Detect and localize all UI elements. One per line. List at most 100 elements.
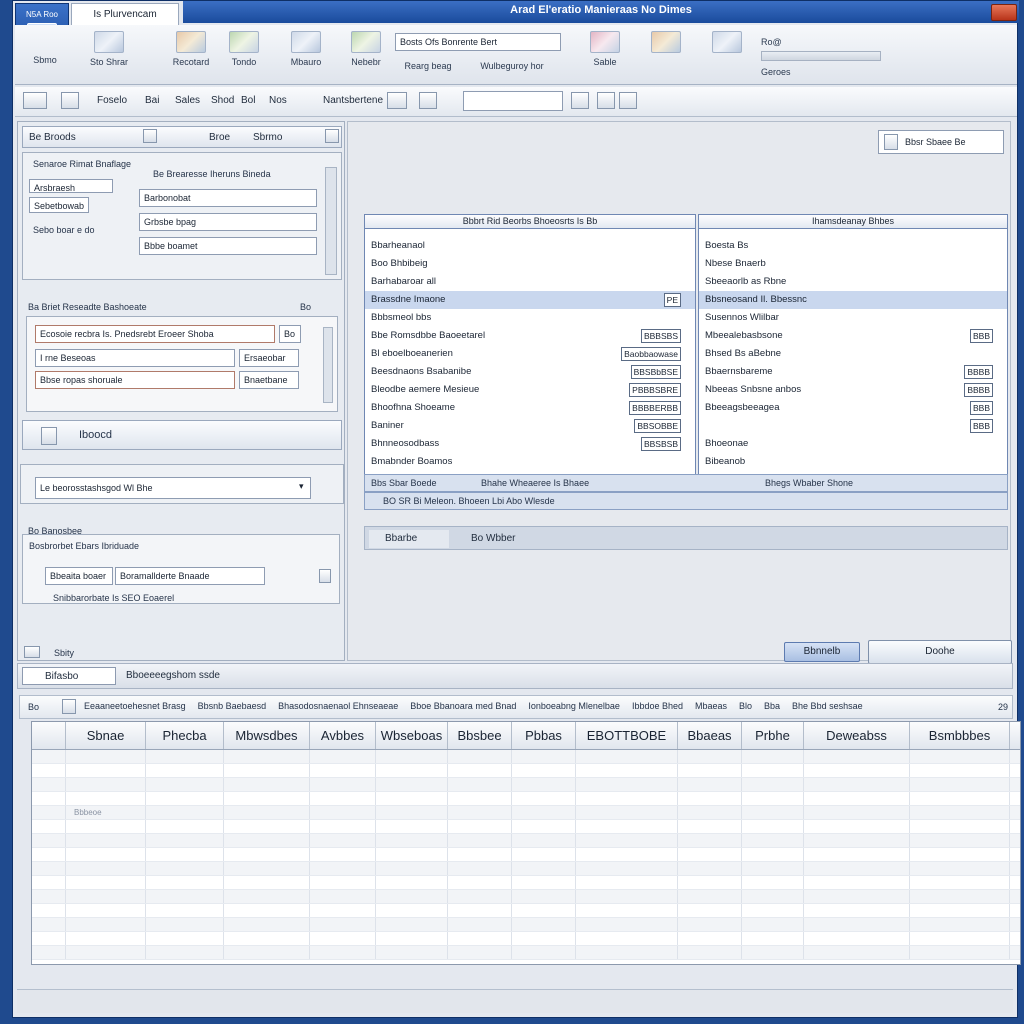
table-cell[interactable] bbox=[448, 792, 512, 805]
field-arsbraesh[interactable]: Arsbraesh bbox=[29, 179, 113, 193]
column-header[interactable]: Mbwsdbes bbox=[224, 722, 310, 749]
table-cell[interactable] bbox=[448, 918, 512, 931]
column-header[interactable] bbox=[32, 722, 66, 749]
toolbar-item-4[interactable]: Bol bbox=[241, 92, 255, 110]
table-cell[interactable] bbox=[376, 946, 448, 959]
table-cell[interactable] bbox=[146, 764, 224, 777]
table-toolbar-item[interactable]: Bba bbox=[764, 701, 780, 711]
print-icon[interactable] bbox=[597, 92, 615, 109]
table-cell[interactable] bbox=[910, 820, 1010, 833]
property-value[interactable]: BBBBERBB bbox=[629, 401, 681, 415]
table-cell[interactable] bbox=[66, 778, 146, 791]
table-cell[interactable] bbox=[146, 750, 224, 763]
table-cell[interactable] bbox=[576, 890, 678, 903]
field-bbse[interactable]: Bbse ropas shoruale bbox=[35, 371, 235, 389]
table-row[interactable] bbox=[32, 792, 1020, 806]
table-cell[interactable] bbox=[32, 904, 66, 917]
table-cell[interactable] bbox=[448, 876, 512, 889]
table-cell[interactable] bbox=[910, 890, 1010, 903]
toolbar-item-1[interactable]: Bai bbox=[145, 92, 159, 110]
close-button[interactable] bbox=[991, 4, 1017, 21]
toolbar-item-5[interactable]: Nos bbox=[269, 92, 287, 110]
table-cell[interactable] bbox=[146, 778, 224, 791]
field-irne-right[interactable]: Ersaeobar bbox=[239, 349, 299, 367]
table-cell[interactable] bbox=[448, 946, 512, 959]
ribbon-group-shrar[interactable]: Sto Shrar bbox=[81, 29, 137, 81]
property-row[interactable]: Bbsneosand Il. Bbessnc bbox=[699, 291, 1007, 309]
table-cell[interactable] bbox=[742, 918, 804, 931]
field-bbeaita[interactable]: Bbeaita boaer bbox=[45, 567, 113, 585]
field-bbse-right[interactable]: Bnaetbane bbox=[239, 371, 299, 389]
table-cell[interactable] bbox=[910, 778, 1010, 791]
table-cell[interactable] bbox=[32, 834, 66, 847]
table-cell[interactable] bbox=[146, 792, 224, 805]
table-cell[interactable] bbox=[224, 778, 310, 791]
table-cell[interactable] bbox=[310, 890, 376, 903]
property-value[interactable]: BBBB bbox=[964, 365, 993, 379]
table-row[interactable]: Bbbeoe bbox=[32, 806, 1020, 820]
table-cell[interactable] bbox=[310, 932, 376, 945]
table-cell[interactable] bbox=[376, 890, 448, 903]
left-tab-2[interactable]: Sbrmo bbox=[253, 129, 282, 147]
table-cell[interactable] bbox=[678, 946, 742, 959]
table-cell[interactable] bbox=[910, 750, 1010, 763]
table-cell[interactable] bbox=[310, 820, 376, 833]
table-cell[interactable] bbox=[678, 834, 742, 847]
table-toolbar-item[interactable]: Bboe Bbanoara med Bnad bbox=[410, 701, 516, 711]
table-cell[interactable] bbox=[66, 918, 146, 931]
table-cell[interactable] bbox=[678, 918, 742, 931]
table-toolbar-item[interactable]: Bbsnb Baebaesd bbox=[198, 701, 267, 711]
table-cell[interactable] bbox=[32, 820, 66, 833]
table-cell[interactable] bbox=[146, 890, 224, 903]
table-cell[interactable] bbox=[66, 890, 146, 903]
toolbar-dropdown[interactable] bbox=[463, 91, 563, 111]
table-cell[interactable] bbox=[376, 862, 448, 875]
table-cell[interactable] bbox=[448, 890, 512, 903]
table-cell[interactable] bbox=[804, 890, 910, 903]
ribbon-search-input[interactable]: Bosts Ofs Bonrente Bert bbox=[395, 33, 561, 51]
column-header[interactable]: EBOTTBOBE bbox=[576, 722, 678, 749]
table-cell[interactable] bbox=[310, 750, 376, 763]
property-row[interactable]: BBB bbox=[699, 417, 1007, 435]
table-cell[interactable] bbox=[910, 932, 1010, 945]
table-cell[interactable] bbox=[742, 890, 804, 903]
zoom-slider[interactable] bbox=[761, 51, 881, 61]
table-cell[interactable] bbox=[804, 764, 910, 777]
table-cell[interactable] bbox=[512, 750, 576, 763]
table-cell[interactable] bbox=[32, 946, 66, 959]
property-row[interactable]: Bibeanob bbox=[699, 453, 1007, 471]
property-row[interactable]: Bleodbe aemere Mesieue PBBBSBRE bbox=[365, 381, 695, 399]
toolbar-item-0[interactable]: Foselo bbox=[97, 92, 127, 110]
document-icon[interactable] bbox=[41, 427, 57, 445]
table-cell[interactable] bbox=[146, 834, 224, 847]
table-cell[interactable] bbox=[804, 848, 910, 861]
field-bbbe[interactable]: Bbbe boamet bbox=[139, 237, 317, 255]
ribbon-group-dlemsy[interactable] bbox=[705, 29, 749, 81]
ribbon-group-moss[interactable]: Sable bbox=[583, 29, 627, 81]
property-value[interactable]: BBBB bbox=[964, 383, 993, 397]
table-cell[interactable] bbox=[310, 946, 376, 959]
table-cell[interactable] bbox=[678, 848, 742, 861]
table-cell[interactable] bbox=[804, 792, 910, 805]
table-cell[interactable] bbox=[804, 806, 910, 819]
table-row[interactable] bbox=[32, 876, 1020, 890]
ribbon-group-nebebr[interactable]: Nebebr bbox=[337, 29, 395, 81]
table-cell[interactable] bbox=[742, 834, 804, 847]
property-row[interactable]: Bhoofhna Shoeame BBBBERBB bbox=[365, 399, 695, 417]
list-icon[interactable] bbox=[24, 646, 40, 658]
table-cell[interactable] bbox=[512, 834, 576, 847]
table-cell[interactable] bbox=[448, 904, 512, 917]
column-header[interactable]: Prbhe bbox=[742, 722, 804, 749]
table-cell[interactable] bbox=[66, 764, 146, 777]
table-cell[interactable] bbox=[678, 862, 742, 875]
property-row[interactable]: Sbeeaorlb as Rbne bbox=[699, 273, 1007, 291]
table-cell[interactable] bbox=[910, 792, 1010, 805]
table-cell[interactable] bbox=[804, 778, 910, 791]
table-cell[interactable] bbox=[742, 764, 804, 777]
table-cell[interactable] bbox=[742, 750, 804, 763]
property-value[interactable]: BBB bbox=[969, 419, 993, 433]
table-cell[interactable] bbox=[224, 820, 310, 833]
table-row[interactable] bbox=[32, 904, 1020, 918]
table-cell[interactable] bbox=[32, 806, 66, 819]
table-cell[interactable] bbox=[576, 820, 678, 833]
